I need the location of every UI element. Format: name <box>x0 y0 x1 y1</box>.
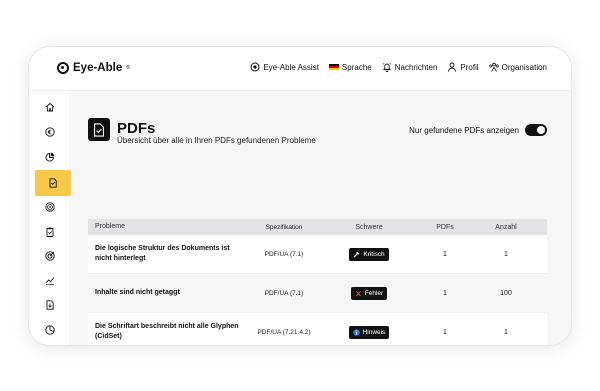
column-header-severity[interactable]: Schwere <box>324 224 414 231</box>
nav-label: Nachrichten <box>394 62 438 72</box>
column-header-count[interactable]: Anzahl <box>476 224 536 231</box>
pdf-icon <box>49 178 57 188</box>
column-header-problems[interactable]: Probleme <box>88 222 244 232</box>
sidebar-item-documents[interactable] <box>37 294 63 316</box>
severity-badge: Fehler <box>350 286 388 300</box>
sidebar-item-home[interactable] <box>37 96 63 118</box>
nav-label: Eye-Able Assist <box>263 62 319 72</box>
sidebar-item-reports[interactable] <box>37 319 63 341</box>
clipboard-icon <box>46 227 54 237</box>
main-content: PDFs Übersicht über alle in Ihren PDFs g… <box>72 91 571 345</box>
severity-cell: Hinweis <box>324 325 414 339</box>
info-icon <box>352 328 360 336</box>
table-row[interactable]: Die Schriftart beschreibt nicht alle Gly… <box>88 313 547 345</box>
document-icon <box>46 300 54 310</box>
nav-organisation[interactable]: Organisation <box>488 62 547 72</box>
brand-mark: ® <box>126 65 130 71</box>
count-cell: 100 <box>500 289 512 297</box>
nav-profile[interactable]: Profil <box>447 62 479 72</box>
pdfs-cell: 1 <box>443 289 447 297</box>
severity-cell: Kritisch <box>324 247 414 261</box>
toggle-label: Nur gefundene PDFs anzeigen <box>409 125 519 135</box>
report-chart-icon <box>45 325 55 335</box>
nav-label: Sprache <box>341 62 372 72</box>
bell-icon <box>382 63 391 72</box>
x-icon <box>355 290 361 296</box>
sidebar-item-billing[interactable] <box>37 121 63 143</box>
sidebar-item-goals[interactable] <box>37 245 63 267</box>
table-row[interactable]: Inhalte sind nicht getaggt PDF/UA (7.1) … <box>88 274 547 313</box>
nav-language[interactable]: Sprache <box>328 62 372 72</box>
app-window: Eye-Able ® Eye-Able Assist Sprache Nachri… <box>28 46 572 346</box>
severity-label: Hinweis <box>362 328 386 336</box>
target-icon <box>45 251 55 261</box>
eye-able-icon <box>250 62 260 72</box>
brand-logo[interactable]: Eye-Able ® <box>57 62 130 74</box>
severity-cell: Fehler <box>324 286 414 300</box>
pdfs-cell: 1 <box>443 250 447 258</box>
nav-label: Organisation <box>501 62 547 72</box>
sidebar-item-statistics[interactable] <box>37 146 63 168</box>
eye-able-logo-icon <box>57 62 69 74</box>
trend-line-icon <box>45 277 55 285</box>
pdf-icon <box>94 122 104 137</box>
page-icon-tile <box>88 118 110 141</box>
severity-badge: Kritisch <box>349 247 389 261</box>
wrench-icon <box>353 251 360 257</box>
severity-label: Fehler <box>364 289 384 297</box>
nav-eye-able-assist[interactable]: Eye-Able Assist <box>250 62 319 72</box>
table-header: Probleme Spezifikation Schwere PDFs Anza… <box>88 219 547 235</box>
sidebar-item-monitoring[interactable] <box>37 196 63 218</box>
problem-cell: Die logische Struktur des Dokuments ist … <box>95 245 230 262</box>
problem-cell: Inhalte sind nicht getaggt <box>95 289 180 296</box>
team-icon <box>488 62 499 72</box>
sidebar-item-trends[interactable] <box>37 269 63 291</box>
top-bar: Eye-Able ® Eye-Able Assist Sprache Nachri… <box>29 47 571 91</box>
sidebar-item-pdfs[interactable] <box>35 170 71 196</box>
spec-cell: PDF/UA (7.21.4.2) <box>257 328 311 336</box>
sidebar-item-tasks[interactable] <box>37 221 63 243</box>
sidebar <box>29 91 71 345</box>
spec-cell: PDF/UA (7.1) <box>264 250 304 258</box>
pie-chart-icon <box>45 152 55 162</box>
severity-badge: Hinweis <box>348 325 390 339</box>
home-icon <box>45 102 55 112</box>
top-nav: Eye-Able Assist Sprache Nachrichten Prof… <box>250 62 547 72</box>
column-header-specification[interactable]: Spezifikation <box>244 224 324 231</box>
nav-label: Profil <box>460 62 479 72</box>
euro-icon <box>45 127 55 137</box>
severity-label: Kritisch <box>363 250 385 258</box>
count-cell: 1 <box>504 250 508 258</box>
spec-cell: PDF/UA (7.1) <box>264 289 304 297</box>
filter-toggle-row: Nur gefundene PDFs anzeigen <box>409 124 547 136</box>
page-title: PDFs <box>117 120 156 137</box>
only-found-pdfs-toggle[interactable] <box>525 124 547 136</box>
problem-cell: Die Schriftart beschreibt nicht alle Gly… <box>95 323 239 340</box>
count-cell: 1 <box>504 328 508 336</box>
column-header-pdfs[interactable]: PDFs <box>414 224 476 231</box>
user-icon <box>448 62 457 72</box>
brand-name: Eye-Able <box>73 62 123 74</box>
pdfs-cell: 1 <box>443 328 447 336</box>
german-flag-icon <box>328 63 339 71</box>
problems-table: Probleme Spezifikation Schwere PDFs Anza… <box>88 219 547 345</box>
radar-icon <box>45 202 55 212</box>
table-row[interactable]: Die logische Struktur des Dokuments ist … <box>88 235 547 274</box>
nav-messages[interactable]: Nachrichten <box>382 62 438 72</box>
page-subtitle: Übersicht über alle in Ihren PDFs gefund… <box>117 136 316 145</box>
